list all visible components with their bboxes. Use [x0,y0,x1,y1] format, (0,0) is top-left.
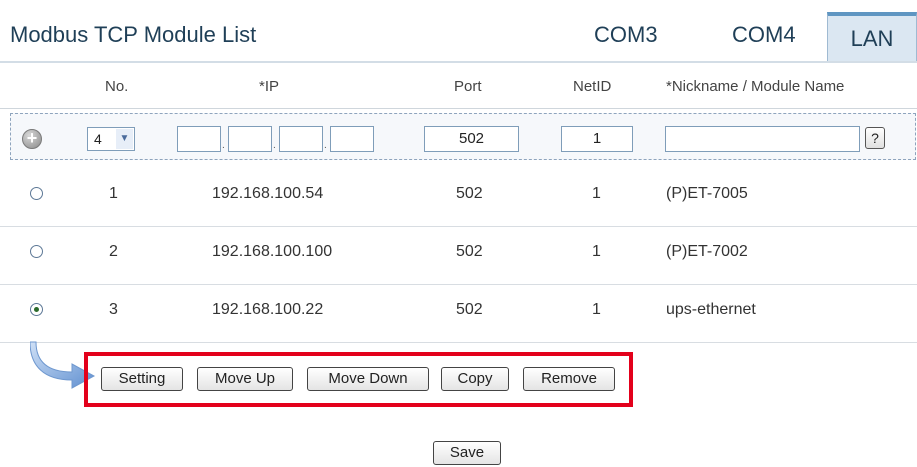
chevron-down-icon: ▼ [116,129,133,149]
no-select-value: 4 [94,131,102,147]
row-ip: 192.168.100.22 [212,301,324,318]
netid-input[interactable]: 1 [561,126,633,152]
help-button[interactable]: ? [865,127,885,149]
ip-octet-1-input[interactable] [177,126,221,152]
setting-button[interactable]: Setting [101,367,183,391]
column-header-no: No. [105,78,129,95]
ip-separator: . [273,140,276,151]
save-button[interactable]: Save [433,441,501,465]
header-row-divider [0,108,917,109]
column-header-netid: NetID [573,78,612,95]
add-icon[interactable]: + [22,129,42,149]
ip-separator: . [324,140,327,151]
row-port: 502 [456,301,483,318]
remove-button[interactable]: Remove [523,367,615,391]
row-no: 2 [109,243,118,260]
row-radio[interactable] [30,245,43,258]
row-port: 502 [456,243,483,260]
row-divider [0,342,917,343]
row-radio[interactable] [30,187,43,200]
row-divider [0,226,917,227]
row-nickname: ups-ethernet [666,301,756,318]
ip-octet-4-input[interactable] [330,126,374,152]
row-divider [0,284,917,285]
tab-com4[interactable]: COM4 [732,22,796,48]
row-port: 502 [456,185,483,202]
row-netid: 1 [592,185,601,202]
row-ip: 192.168.100.54 [212,185,324,202]
header-divider [0,61,917,63]
tab-lan[interactable]: LAN [827,12,917,62]
row-no: 3 [109,301,118,318]
port-input[interactable]: 502 [424,126,519,152]
column-header-ip: *IP [259,78,280,95]
no-select[interactable]: 4 ▼ [87,127,135,151]
tab-com3[interactable]: COM3 [594,22,658,48]
tab-lan-label: LAN [850,26,894,51]
column-header-nickname: *Nickname / Module Name [666,78,845,95]
move-up-button[interactable]: Move Up [197,367,293,391]
ip-separator: . [222,140,225,151]
row-radio[interactable] [30,303,43,316]
ip-octet-2-input[interactable] [228,126,272,152]
page-title: Modbus TCP Module List [10,22,257,47]
row-netid: 1 [592,301,601,318]
ip-octet-3-input[interactable] [279,126,323,152]
row-no: 1 [109,185,118,202]
nickname-input[interactable] [665,126,860,152]
row-ip: 192.168.100.100 [212,243,333,260]
row-nickname: (P)ET-7005 [666,185,748,202]
column-header-port: Port [454,78,482,95]
row-nickname: (P)ET-7002 [666,243,748,260]
row-netid: 1 [592,243,601,260]
copy-button[interactable]: Copy [441,367,509,391]
move-down-button[interactable]: Move Down [307,367,429,391]
